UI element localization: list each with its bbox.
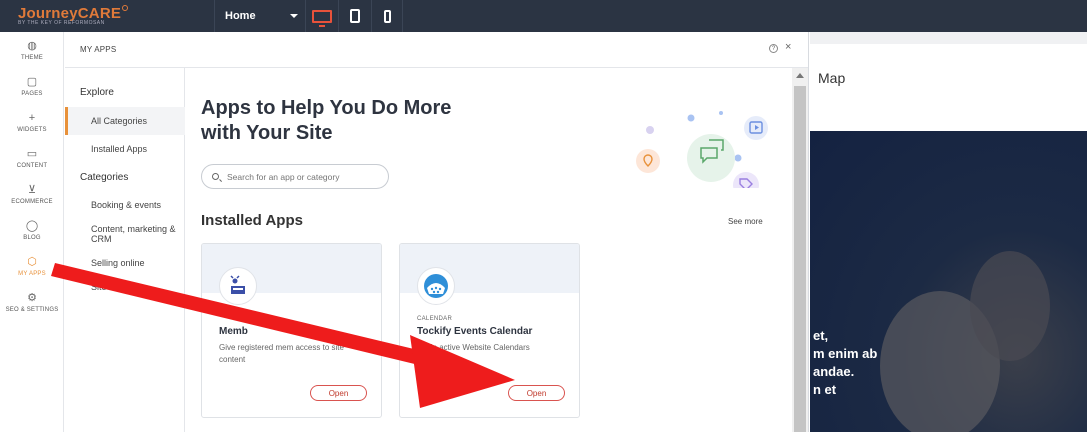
explore-heading: Explore: [80, 87, 114, 98]
sidebar-item-content-marketing-crm[interactable]: Content, marketing & CRM: [91, 224, 181, 244]
preview-nav-map[interactable]: Map: [818, 70, 845, 86]
rail-item-blog[interactable]: ◯ BLOG: [0, 212, 64, 248]
logo-mark-icon: [122, 5, 129, 11]
sidebar-item-selling-online[interactable]: Selling online: [91, 258, 181, 268]
rail-item-my-apps[interactable]: ⬡ MY APPS: [0, 248, 64, 284]
brand-logo[interactable]: JourneyCARE BY THE KEY OF REFORMOSAN: [18, 5, 129, 26]
app-name: Memb: [219, 326, 248, 337]
close-icon[interactable]: ×: [785, 41, 791, 53]
see-more-link[interactable]: See more: [728, 217, 763, 226]
rail-item-pages[interactable]: ▢ PAGES: [0, 68, 64, 104]
rail-item-widgets[interactable]: + WIDGETS: [0, 104, 64, 140]
rail-item-label: THEME: [21, 54, 43, 61]
explore-sidebar: Explore All Categories Installed Apps Ca…: [65, 68, 185, 432]
rail-item-label: BLOG: [23, 234, 41, 241]
sidebar-item-site-elements[interactable]: Site el: [91, 282, 181, 292]
site-preview: Map et, m enim ab andae. n et: [810, 32, 1087, 432]
hero-text-line: m enim ab: [813, 346, 878, 361]
mobile-view-button[interactable]: [371, 0, 403, 32]
preview-hero-image: et, m enim ab andae. n et: [810, 131, 1087, 432]
tockify-app-logo: [417, 267, 455, 305]
page-selector[interactable]: Home: [214, 0, 304, 32]
hero-text-line: n et: [813, 382, 837, 397]
members-app-icon: [230, 275, 245, 294]
palette-icon: ◍: [27, 39, 37, 52]
location-badge-circle: [636, 149, 660, 173]
illustration-dot: [719, 111, 723, 115]
top-bar: JourneyCARE BY THE KEY OF REFORMOSAN Hom…: [0, 0, 1087, 32]
app-category: CALENDAR: [417, 316, 453, 322]
sidebar-item-booking-events[interactable]: Booking & events: [91, 200, 181, 210]
categories-heading: Categories: [80, 172, 129, 183]
illustration-dot: [734, 154, 742, 162]
open-tockify-button[interactable]: Open: [508, 385, 565, 401]
page-selector-value: Home: [225, 10, 256, 22]
desktop-view-button[interactable]: [305, 0, 337, 32]
rail-item-label: CONTENT: [16, 162, 48, 169]
search-input[interactable]: [227, 171, 387, 182]
tablet-icon: [349, 9, 360, 23]
rail-item-label: ECOMMERCE: [11, 198, 53, 205]
sidebar-item-installed-apps[interactable]: Installed Apps: [91, 144, 181, 154]
app-card-tockify[interactable]: CALENDAR Tockify Events Calendar Mode ac…: [399, 243, 580, 418]
apps-content: Apps to Help You Do More with Your Site …: [186, 68, 792, 432]
modal-header: MY APPS: [65, 32, 808, 68]
gear-icon: ⚙: [27, 291, 37, 304]
preview-hero-text: et, m enim ab andae. n et: [813, 327, 877, 399]
my-apps-modal: MY APPS ? × Explore All Categories Insta…: [65, 32, 809, 432]
rail-item-label: SEO & SETTINGS: [5, 306, 59, 313]
rail-item-label: WIDGETS: [17, 126, 47, 133]
rail-item-ecommerce[interactable]: ⊻ ECOMMERCE: [0, 176, 64, 212]
plus-icon: +: [28, 111, 36, 124]
apps-icon: ⬡: [27, 255, 37, 268]
preview-strip: [810, 32, 1087, 44]
scroll-up-icon[interactable]: [796, 73, 804, 78]
rail-item-label: MY APPS: [18, 270, 46, 277]
modal-title: MY APPS: [80, 45, 117, 54]
app-description: Give registered mem access to site conte…: [219, 343, 344, 364]
help-icon[interactable]: ?: [769, 44, 778, 53]
phone-icon: [383, 9, 391, 23]
hero-figure: [970, 251, 1050, 361]
apps-illustration: [636, 111, 768, 188]
folder-icon: ▭: [26, 147, 38, 160]
tablet-view-button[interactable]: [338, 0, 370, 32]
sidebar-item-all-categories[interactable]: All Categories: [65, 107, 185, 135]
app-card-members[interactable]: Memb Give registered mem access to site …: [201, 243, 382, 418]
search-icon: [212, 173, 219, 180]
tag-badge-circle: [733, 172, 759, 188]
app-description: Mode active Website Calendars: [417, 343, 530, 352]
scroll-thumb[interactable]: [794, 86, 806, 432]
installed-apps-title: Installed Apps: [201, 212, 303, 229]
calendar-icon: [424, 274, 448, 298]
illustration-dot: [687, 114, 695, 122]
app-name: Tockify Events Calendar: [417, 326, 533, 337]
cart-icon: ⊻: [27, 183, 37, 196]
chat-bubble-icon: ◯: [25, 219, 39, 232]
search-box[interactable]: [201, 164, 389, 189]
monitor-icon: [311, 9, 332, 27]
open-members-button[interactable]: Open: [310, 385, 367, 401]
hero-title: Apps to Help You Do More with Your Site: [201, 97, 452, 144]
hero-text-line: andae.: [813, 364, 855, 379]
left-rail: ◍ THEME ▢ PAGES + WIDGETS ▭ CONTENT ⊻ ECOMMER…: [0, 32, 64, 432]
page-icon: ▢: [26, 75, 38, 88]
hero-text-line: et,: [813, 328, 829, 343]
rail-item-seo-settings[interactable]: ⚙ SEO & SETTINGS: [0, 284, 64, 320]
chevron-down-icon: [290, 14, 298, 18]
rail-item-content[interactable]: ▭ CONTENT: [0, 140, 64, 176]
members-app-logo: [219, 267, 257, 305]
rail-item-theme[interactable]: ◍ THEME: [0, 32, 64, 68]
rail-item-label: PAGES: [21, 90, 43, 97]
modal-scrollbar[interactable]: [792, 68, 808, 432]
illustration-dot: [646, 126, 654, 134]
